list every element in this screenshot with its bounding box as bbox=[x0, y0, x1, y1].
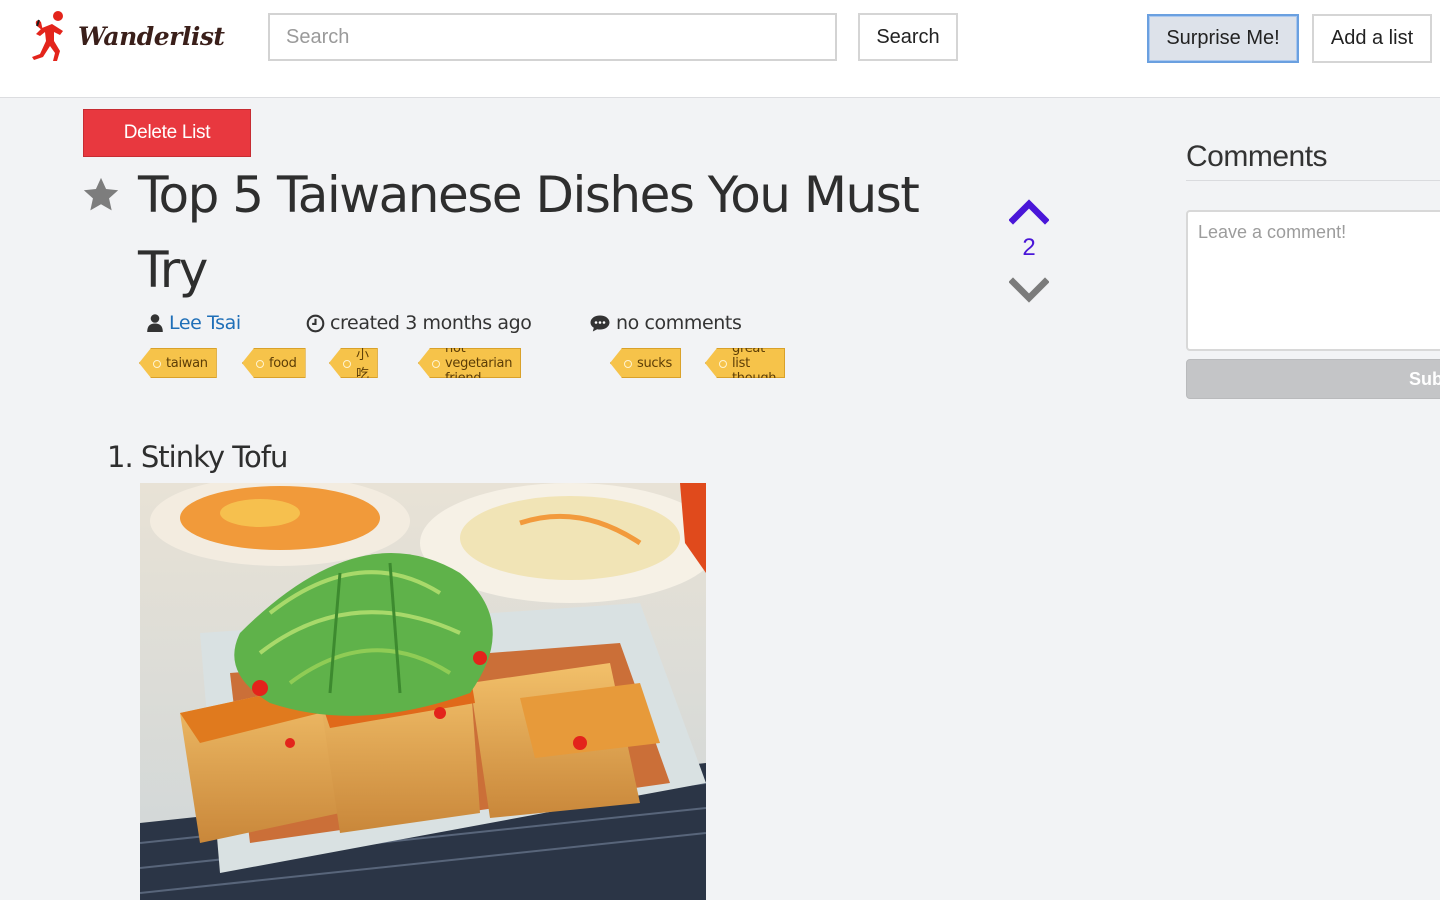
chevron-up-icon[interactable] bbox=[1009, 196, 1049, 226]
clock-icon bbox=[306, 314, 325, 332]
tag-label: great list though bbox=[732, 340, 777, 386]
submit-comment-button[interactable]: Sub bbox=[1186, 359, 1440, 399]
tag-label: food bbox=[269, 355, 297, 371]
comment-icon bbox=[590, 315, 610, 331]
tag-label: not vegetarian friend bbox=[445, 340, 513, 386]
star-icon[interactable] bbox=[80, 174, 122, 216]
top-navbar: Wanderlist Search Surprise Me! Add a lis… bbox=[0, 0, 1440, 98]
list-item-image bbox=[140, 483, 706, 900]
list-title: Top 5 Taiwanese Dishes You Must Try bbox=[138, 166, 920, 299]
logo-runner-icon bbox=[32, 11, 63, 61]
user-icon bbox=[147, 314, 163, 332]
tag-label: sucks bbox=[637, 355, 672, 371]
tag[interactable]: food bbox=[242, 348, 306, 378]
vote-count: 2 bbox=[1022, 234, 1036, 261]
tag[interactable]: taiwan bbox=[139, 348, 217, 378]
author-link[interactable]: Lee Tsai bbox=[169, 312, 241, 334]
tag[interactable]: great list though bbox=[705, 348, 786, 378]
comment-input[interactable] bbox=[1186, 210, 1440, 351]
tag-label: taiwan bbox=[166, 355, 208, 371]
submit-comment-label: Sub bbox=[1409, 368, 1440, 389]
comment-count-text: no comments bbox=[616, 312, 742, 334]
chevron-down-icon[interactable] bbox=[1009, 276, 1049, 304]
list-created: created 3 months ago bbox=[306, 308, 532, 338]
tag-label: 小吃 bbox=[356, 348, 369, 382]
list-item-heading: 1. Stinky Tofu bbox=[107, 440, 288, 474]
logo-text: Wanderlist bbox=[78, 21, 225, 51]
list-author: Lee Tsai bbox=[146, 308, 241, 338]
logo[interactable]: Wanderlist bbox=[28, 10, 225, 62]
list-comment-count: no comments bbox=[589, 308, 742, 338]
tag[interactable]: sucks bbox=[610, 348, 681, 378]
stinky-tofu-photo bbox=[140, 483, 706, 900]
tag[interactable]: 小吃 bbox=[329, 348, 378, 378]
search-input[interactable] bbox=[268, 13, 837, 61]
comments-title: Comments bbox=[1186, 140, 1328, 173]
created-text: created 3 months ago bbox=[330, 312, 532, 334]
search-button[interactable]: Search bbox=[858, 13, 958, 61]
add-list-button[interactable]: Add a list bbox=[1312, 14, 1432, 63]
tag[interactable]: not vegetarian friend bbox=[418, 348, 522, 378]
comments-divider bbox=[1186, 180, 1440, 181]
delete-list-button[interactable]: Delete List bbox=[83, 109, 251, 157]
surprise-me-button[interactable]: Surprise Me! bbox=[1147, 14, 1299, 63]
